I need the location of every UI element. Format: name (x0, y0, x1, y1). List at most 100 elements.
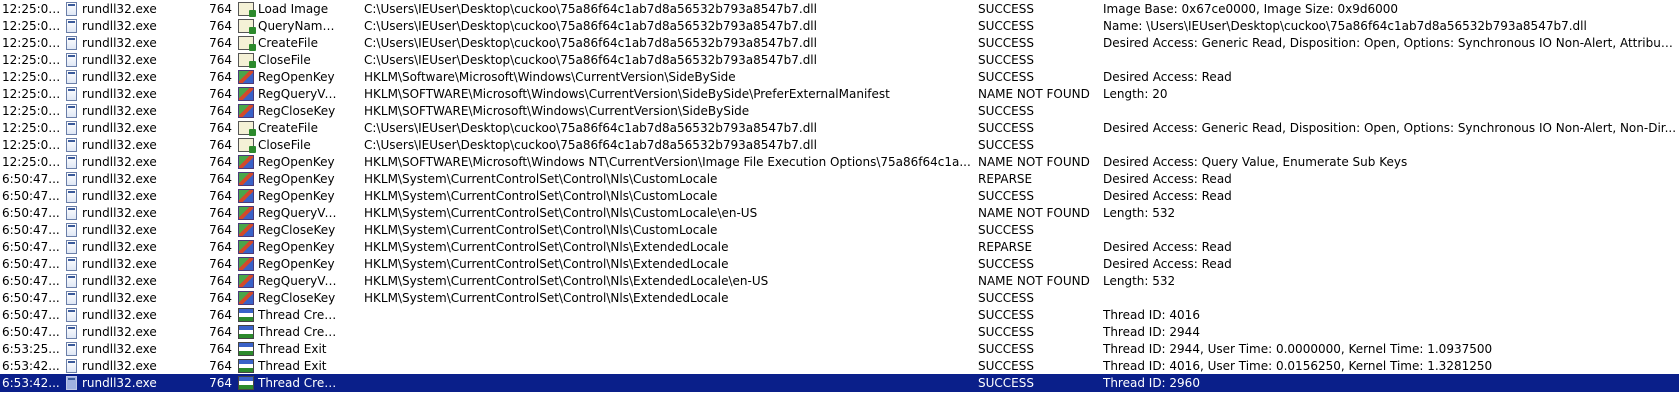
process-name-cell: rundll32.exe (82, 138, 157, 152)
table-row[interactable]: 12:25:00... rundll32.exe 764 CloseFile C:\Us… (0, 51, 1679, 69)
process-name-cell: rundll32.exe (82, 240, 157, 254)
table-row[interactable]: 6:53:25... rundll32.exe 764 Thread Exit SUCC… (0, 340, 1679, 358)
operation-cell: RegOpenKey (258, 240, 335, 254)
operation-cell: RegCloseKey (258, 104, 336, 118)
table-row[interactable]: 6:50:47... rundll32.exe 764 RegOpenKey HKLM\… (0, 187, 1679, 205)
process-icon (66, 70, 77, 84)
operation-cell: RegOpenKey (258, 70, 335, 84)
table-row[interactable]: 6:50:47... rundll32.exe 764 RegCloseKey HKLM… (0, 289, 1679, 307)
result-cell: SUCCESS (978, 308, 1034, 322)
operation-cell: RegCloseKey (258, 223, 336, 237)
file-system-icon (238, 19, 256, 34)
pid-cell: 764 (209, 121, 232, 135)
thread-icon (238, 308, 254, 322)
time-cell: 6:53:42... (2, 359, 60, 373)
result-cell: SUCCESS (978, 70, 1034, 84)
process-name-cell: rundll32.exe (82, 291, 157, 305)
path-cell: HKLM\SOFTWARE\Microsoft\Windows NT\Curre… (364, 155, 971, 169)
time-cell: 12:25:00... (2, 19, 62, 33)
detail-cell: Length: 20 (1103, 87, 1168, 101)
path-cell: C:\Users\IEUser\Desktop\cuckoo\75a86f64c… (364, 36, 817, 50)
detail-cell: Thread ID: 4016, User Time: 0.0156250, K… (1103, 359, 1493, 373)
table-row[interactable]: 12:25:00... rundll32.exe 764 RegOpenKey HKLM… (0, 153, 1679, 171)
table-row[interactable]: 6:53:42... rundll32.exe 764 Thread Exit SUCC… (0, 357, 1679, 375)
process-name-cell: rundll32.exe (82, 359, 157, 373)
table-row[interactable]: 6:50:47... rundll32.exe 764 RegCloseKey HKLM… (0, 221, 1679, 239)
process-name-cell: rundll32.exe (82, 53, 157, 67)
path-cell: HKLM\System\CurrentControlSet\Control\Nl… (364, 206, 758, 220)
path-cell (364, 323, 974, 341)
process-name-cell: rundll32.exe (82, 19, 157, 33)
detail-cell (1103, 221, 1677, 239)
process-name-cell: rundll32.exe (82, 308, 157, 322)
process-icon (66, 376, 77, 390)
pid-cell: 764 (209, 2, 232, 16)
table-row[interactable]: 6:50:47... rundll32.exe 764 Thread Create SU… (0, 306, 1679, 324)
table-row[interactable]: 12:25:00... rundll32.exe 764 CreateFile C:\U… (0, 119, 1679, 137)
pid-cell: 764 (209, 291, 232, 305)
process-name-cell: rundll32.exe (82, 172, 157, 186)
process-icon (66, 155, 77, 169)
table-row[interactable]: 12:25:00... rundll32.exe 764 CloseFile C:\Us… (0, 136, 1679, 154)
table-row[interactable]: 12:25:00... rundll32.exe 764 Load Image C:\U… (0, 0, 1679, 18)
time-cell: 12:25:00... (2, 121, 62, 135)
process-name-cell: rundll32.exe (82, 223, 157, 237)
process-icon (66, 19, 77, 33)
detail-cell: Desired Access: Read (1103, 172, 1232, 186)
time-cell: 6:53:42... (2, 376, 60, 390)
result-cell: SUCCESS (978, 138, 1034, 152)
detail-cell: Thread ID: 2960 (1103, 376, 1200, 390)
process-name-cell: rundll32.exe (82, 87, 157, 101)
time-cell: 12:25:00... (2, 2, 62, 16)
time-cell: 12:25:00... (2, 87, 62, 101)
detail-cell: Name: \Users\IEUser\Desktop\cuckoo\75a86… (1103, 19, 1587, 33)
path-cell: HKLM\SOFTWARE\Microsoft\Windows\CurrentV… (364, 87, 890, 101)
thread-icon (238, 342, 254, 356)
registry-icon (238, 172, 254, 186)
process-icon (66, 359, 77, 373)
operation-cell: RegOpenKey (258, 189, 335, 203)
time-cell: 12:25:00... (2, 70, 62, 84)
result-cell: SUCCESS (978, 257, 1034, 271)
detail-cell: Desired Access: Read (1103, 240, 1232, 254)
table-row[interactable]: 12:25:00... rundll32.exe 764 RegQueryValue H… (0, 85, 1679, 103)
registry-icon (238, 104, 254, 118)
process-name-cell: rundll32.exe (82, 206, 157, 220)
table-row[interactable]: 12:25:00... rundll32.exe 764 QueryNameInfo.… (0, 17, 1679, 35)
table-row[interactable]: 6:50:47... rundll32.exe 764 RegOpenKey HKLM\… (0, 238, 1679, 256)
time-cell: 12:25:00... (2, 104, 62, 118)
detail-cell (1103, 136, 1677, 154)
detail-cell (1103, 102, 1677, 120)
operation-cell: RegOpenKey (258, 155, 335, 169)
result-cell: SUCCESS (978, 53, 1034, 67)
process-icon (66, 2, 77, 16)
result-cell: SUCCESS (978, 359, 1034, 373)
detail-cell: Desired Access: Query Value, Enumerate S… (1103, 155, 1408, 169)
table-row[interactable]: 6:50:47... rundll32.exe 764 RegQueryValue HK… (0, 272, 1679, 290)
process-name-cell: rundll32.exe (82, 257, 157, 271)
time-cell: 6:50:47... (2, 325, 60, 339)
table-row[interactable]: 6:50:47... rundll32.exe 764 Thread Create SU… (0, 323, 1679, 341)
table-row[interactable]: 12:25:00... rundll32.exe 764 CreateFile C:\U… (0, 34, 1679, 52)
process-name-cell: rundll32.exe (82, 325, 157, 339)
table-row[interactable]: 12:25:00... rundll32.exe 764 RegOpenKey HKLM… (0, 68, 1679, 86)
table-row[interactable]: 6:50:47... rundll32.exe 764 RegOpenKey HKLM\… (0, 170, 1679, 188)
detail-cell: Desired Access: Read (1103, 70, 1232, 84)
result-cell: SUCCESS (978, 325, 1034, 339)
path-cell: C:\Users\IEUser\Desktop\cuckoo\75a86f64c… (364, 2, 817, 16)
process-icon (66, 189, 77, 203)
process-name-cell: rundll32.exe (82, 104, 157, 118)
operation-cell: QueryNameInfo... (258, 19, 340, 33)
table-row[interactable]: 12:25:00... rundll32.exe 764 RegCloseKey HKL… (0, 102, 1679, 120)
table-row[interactable]: 6:53:42... rundll32.exe 764 Thread Create SU… (0, 374, 1679, 392)
process-icon (66, 87, 77, 101)
table-row[interactable]: 6:50:47... rundll32.exe 764 RegOpenKey HKLM\… (0, 255, 1679, 273)
process-name-cell: rundll32.exe (82, 2, 157, 16)
result-cell: SUCCESS (978, 189, 1034, 203)
event-list[interactable]: 12:25:00... rundll32.exe 764 Load Image C:\U… (0, 0, 1679, 413)
detail-cell (1103, 51, 1677, 69)
time-cell: 12:25:00... (2, 53, 62, 67)
file-system-icon (238, 36, 256, 51)
table-row[interactable]: 6:50:47... rundll32.exe 764 RegQueryValue HK… (0, 204, 1679, 222)
process-icon (66, 325, 77, 339)
